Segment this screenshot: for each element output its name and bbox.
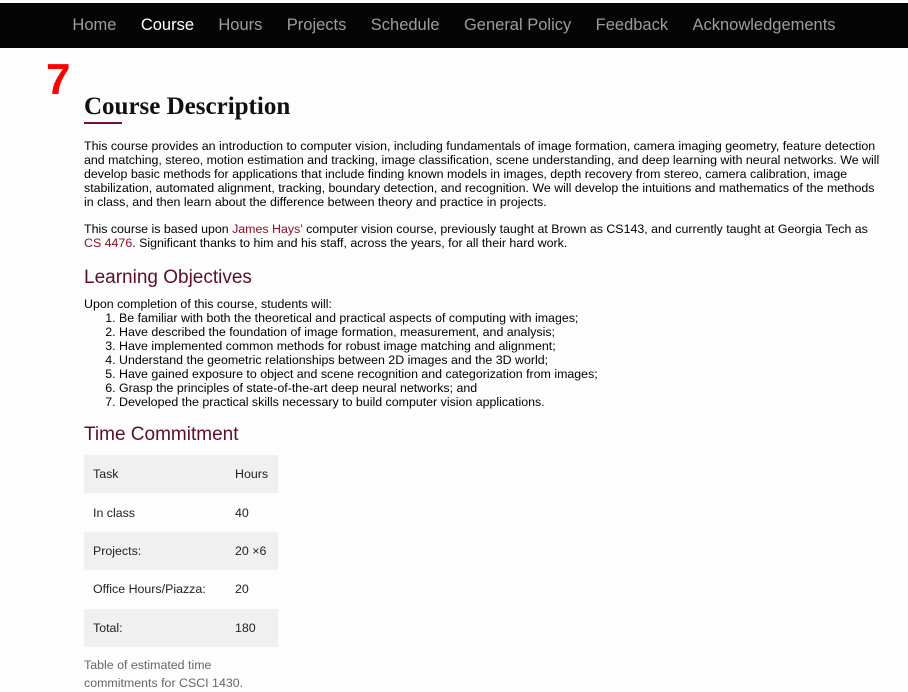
nav-course[interactable]: Course xyxy=(141,16,194,35)
course-origin-paragraph: This course is based upon James Hays' co… xyxy=(84,222,884,250)
objectives-intro: Upon completion of this course, students… xyxy=(84,297,332,311)
table-caption: Table of estimated time commitments for … xyxy=(84,657,244,690)
origin-text-suffix: . Significant thanks to him and his staf… xyxy=(132,236,568,250)
course-description-paragraph: This course provides an introduction to … xyxy=(84,139,880,209)
list-item: Have described the foundation of image f… xyxy=(119,325,884,339)
step-number-badge: 7 xyxy=(46,55,71,104)
list-item: Developed the practical skills necessary… xyxy=(119,395,884,409)
task-cell: Projects: xyxy=(84,531,226,571)
table-row: In class 40 xyxy=(84,493,278,531)
hours-cell: 180 xyxy=(226,608,278,647)
hours-cell: 20 ×6 xyxy=(226,531,278,571)
nav-schedule[interactable]: Schedule xyxy=(371,16,440,35)
hours-cell: 20 xyxy=(235,582,249,597)
time-commitment-table: Task Hours In class 40 Projects: 20 ×6 O… xyxy=(84,455,278,647)
title-underline xyxy=(84,122,122,124)
header-task: Task xyxy=(84,455,226,494)
james-hays-link[interactable]: James Hays' xyxy=(232,222,303,236)
learning-objectives-title: Learning Objectives xyxy=(84,267,252,288)
origin-text-prefix: This course is based upon xyxy=(84,222,233,236)
nav-general-policy[interactable]: General Policy xyxy=(464,16,571,35)
list-item: Understand the geometric relationships b… xyxy=(119,353,884,367)
nav-feedback[interactable]: Feedback xyxy=(596,16,668,35)
task-cell: Total: xyxy=(84,608,226,647)
list-item: Have gained exposure to object and scene… xyxy=(119,367,884,381)
objectives-list: Be familiar with both the theoretical an… xyxy=(84,311,884,409)
list-item: Grasp the principles of state-of-the-art… xyxy=(119,381,884,395)
task-cell: In class xyxy=(93,505,136,520)
list-item: Be familiar with both the theoretical an… xyxy=(119,311,884,325)
origin-text-middle: computer vision course, previously taugh… xyxy=(302,222,868,236)
top-navbar: Home Course Hours Projects Schedule Gene… xyxy=(0,3,908,48)
course-description-title: Course Description xyxy=(84,93,291,120)
table-header-row: Task Hours xyxy=(84,455,278,494)
table-row: Projects: 20 ×6 xyxy=(84,531,278,571)
hours-cell: 40 xyxy=(235,505,249,520)
list-item: Have implemented common methods for robu… xyxy=(119,339,884,353)
nav-projects[interactable]: Projects xyxy=(287,16,347,35)
main-content: Course Description This course provides … xyxy=(84,92,884,692)
time-commitment-title: Time Commitment xyxy=(84,424,239,445)
task-cell: Office Hours/Piazza: xyxy=(93,582,206,597)
nav-hours[interactable]: Hours xyxy=(218,16,262,35)
header-hours: Hours xyxy=(226,455,278,494)
cs4476-link[interactable]: CS 4476 xyxy=(84,236,132,250)
table-row: Office Hours/Piazza: 20 xyxy=(84,570,278,608)
nav-acknowledgements[interactable]: Acknowledgements xyxy=(692,16,835,35)
table-row: Total: 180 xyxy=(84,608,278,647)
nav-home[interactable]: Home xyxy=(72,16,116,35)
